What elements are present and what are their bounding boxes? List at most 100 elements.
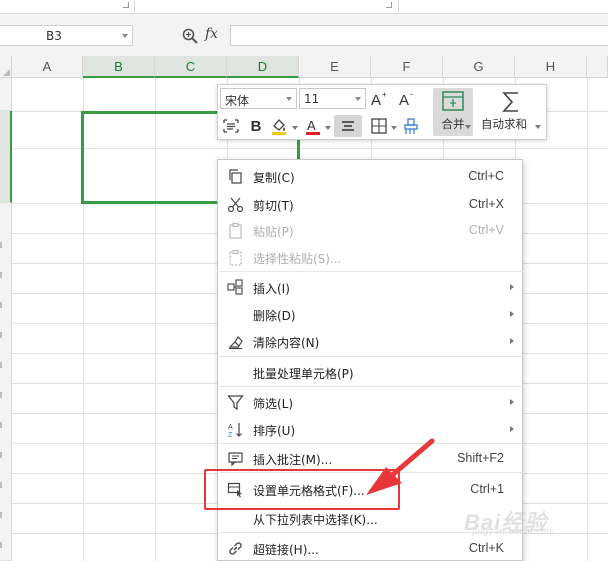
font-size-value: 11 (304, 92, 320, 106)
increase-font-icon[interactable]: A + (368, 88, 390, 110)
chevron-down-icon[interactable] (355, 97, 361, 101)
chevron-down-icon[interactable] (292, 126, 298, 130)
menu-separator (219, 271, 523, 272)
font-size-select[interactable]: 11 (299, 88, 366, 109)
autosum-button[interactable]: 自动求和 (479, 88, 543, 136)
name-box[interactable]: B3 (0, 25, 133, 46)
row-marker (0, 332, 2, 338)
menu-item-insert[interactable]: 插入(I) (218, 273, 522, 301)
menu-item-batch-cells[interactable]: 批量处理单元格(P) (218, 358, 522, 386)
filter-icon (227, 395, 244, 411)
submenu-arrow-icon (510, 311, 514, 317)
column-header-g[interactable]: G (443, 56, 515, 78)
chevron-down-icon[interactable] (122, 34, 128, 38)
annotation-arrow-icon (366, 438, 435, 495)
formula-input[interactable] (230, 25, 608, 46)
text-wrap-icon[interactable] (220, 115, 242, 137)
menu-item-shortcut: Ctrl+X (468, 197, 504, 211)
column-header-f[interactable]: F (371, 56, 443, 78)
menu-separator (219, 356, 523, 357)
svg-text:A: A (399, 92, 409, 109)
row-marker (0, 482, 2, 488)
format-painter-icon[interactable] (400, 115, 422, 137)
menu-item-label: 批量处理单元格(P) (253, 367, 354, 381)
row-marker (0, 542, 2, 548)
menu-item-shortcut: Shift+F2 (457, 451, 504, 465)
watermark-sub: jingyan.baidu.com (472, 527, 556, 537)
column-header-d[interactable]: D (227, 56, 299, 78)
menu-item-label: 超链接(H)... (253, 543, 319, 557)
menu-item-label: 删除(D) (253, 309, 296, 323)
column-header-e[interactable]: E (299, 56, 371, 78)
eraser-icon (228, 336, 243, 350)
column-header-partial[interactable] (587, 56, 608, 78)
decrease-font-icon[interactable]: A- (396, 88, 418, 110)
font-color-icon[interactable]: A (302, 115, 324, 137)
menu-item-label: 从下拉列表中选择(K)... (253, 513, 378, 527)
row-header[interactable] (0, 78, 12, 111)
ribbon-strip (0, 0, 608, 14)
paste-special-icon (229, 249, 242, 266)
menu-item-label: 复制(C) (253, 171, 295, 185)
merge-button[interactable]: 合并 (433, 88, 473, 136)
formula-bar: B3 fx (0, 14, 608, 56)
cut-icon (227, 197, 244, 213)
submenu-arrow-icon (510, 426, 514, 432)
chevron-down-icon[interactable] (391, 126, 397, 130)
sigma-icon (502, 92, 518, 112)
borders-icon[interactable] (368, 115, 390, 137)
svg-text:Z: Z (228, 432, 233, 438)
menu-item-cut[interactable]: 剪切(T) Ctrl+X (218, 190, 522, 218)
select-all-button[interactable] (0, 56, 12, 78)
column-header-h[interactable]: H (515, 56, 587, 78)
fill-color-icon[interactable] (268, 115, 290, 137)
chevron-down-icon[interactable] (286, 97, 292, 101)
zoom-icon[interactable] (181, 27, 199, 45)
row-marker (0, 362, 2, 368)
menu-item-label: 插入(I) (253, 282, 290, 296)
hyperlink-icon (229, 542, 242, 555)
menu-item-label: 粘贴(P) (253, 225, 294, 239)
row-header[interactable] (0, 203, 12, 561)
font-name-select[interactable]: 宋体 (220, 88, 297, 109)
column-header-c[interactable]: C (155, 56, 227, 78)
group-launcher-icon[interactable] (386, 2, 392, 8)
align-center-icon[interactable] (334, 115, 362, 137)
menu-item-delete[interactable]: 删除(D) (218, 300, 522, 328)
menu-item-label: 筛选(L) (253, 397, 294, 411)
menu-item-label: 排序(U) (253, 424, 296, 438)
submenu-arrow-icon (510, 338, 514, 344)
group-launcher-icon[interactable] (123, 2, 129, 8)
menu-item-copy[interactable]: 复制(C) Ctrl+C (218, 162, 522, 190)
submenu-arrow-icon (510, 399, 514, 405)
menu-item-label: 插入批注(M)... (253, 453, 333, 467)
chevron-down-icon[interactable] (535, 125, 541, 129)
column-header-a[interactable]: A (12, 56, 83, 78)
svg-text:A: A (371, 92, 381, 109)
comment-icon (228, 452, 243, 467)
merge-icon (442, 91, 464, 111)
chevron-down-icon[interactable] (465, 125, 471, 129)
svg-text:+: + (382, 90, 387, 99)
row-marker (0, 512, 2, 518)
paste-icon (229, 222, 242, 239)
menu-item-label: 剪切(T) (253, 199, 294, 213)
row-header-selected[interactable] (0, 111, 12, 203)
font-name-value: 宋体 (225, 94, 250, 108)
chevron-down-icon[interactable] (325, 126, 331, 130)
autosum-label: 自动求和 (481, 117, 527, 131)
column-header-b[interactable]: B (83, 56, 155, 78)
merge-label: 合并 (441, 117, 465, 131)
svg-text:A: A (228, 424, 233, 431)
grid-line (587, 78, 588, 561)
submenu-arrow-icon (510, 284, 514, 290)
menu-item-clear[interactable]: 清除内容(N) (218, 327, 522, 355)
menu-item-filter[interactable]: 筛选(L) (218, 388, 522, 416)
row-marker (0, 302, 2, 308)
watermark: Bai经验 jingyan.baidu.com (464, 503, 594, 539)
bold-icon[interactable]: B (245, 115, 267, 137)
svg-text:A: A (307, 118, 316, 133)
row-marker (0, 272, 2, 278)
row-marker (0, 422, 2, 428)
function-icon[interactable]: fx (205, 26, 218, 42)
